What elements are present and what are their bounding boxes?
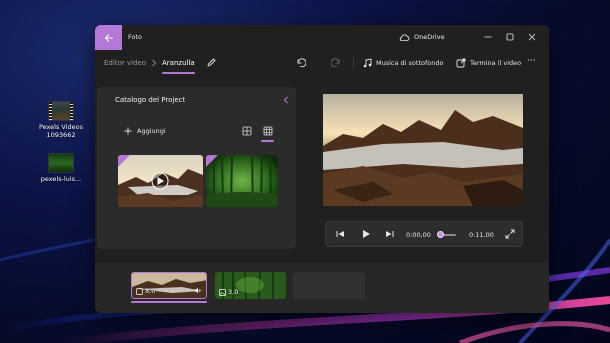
image-clip-icon <box>219 288 226 296</box>
add-media-label: Aggiungi <box>137 127 166 135</box>
volume-icon[interactable] <box>194 287 202 294</box>
current-time: 0:00,00 <box>406 231 431 239</box>
desktop-icon-label: Pexels Videos <box>38 123 84 131</box>
finish-video-button[interactable]: Termina il video <box>456 56 521 70</box>
onedrive-status[interactable]: OneDrive <box>399 33 445 41</box>
storyboard-empty-slot[interactable] <box>293 272 365 299</box>
preview-frame-image <box>323 94 523 206</box>
close-icon <box>528 33 536 41</box>
image-file-icon <box>48 153 74 173</box>
total-time: 0:11,00 <box>469 231 494 239</box>
background-music-button[interactable]: Musica di sottofondo <box>363 56 443 70</box>
breadcrumb-current-indicator <box>162 72 195 74</box>
desktop-icon-image-file[interactable]: pexels-luis... <box>33 153 89 183</box>
desktop-icon-label: pexels-luis... <box>40 175 82 183</box>
undo-icon[interactable] <box>295 57 306 68</box>
cloud-icon <box>399 33 410 41</box>
toolbar-divider <box>353 57 354 69</box>
more-options-button[interactable]: ··· <box>527 56 536 66</box>
redo-icon[interactable] <box>331 57 342 68</box>
grid-small-view-icon[interactable] <box>242 126 252 136</box>
close-button[interactable] <box>523 29 541 45</box>
minimize-icon <box>484 36 492 38</box>
finish-video-label: Termina il video <box>470 59 522 67</box>
library-item-video[interactable] <box>118 155 203 207</box>
title-bar: Foto OneDrive <box>95 25 549 50</box>
video-file-icon <box>48 101 74 121</box>
storyboard: 8,0 3,0 <box>95 261 549 313</box>
clip-duration: 8,0 <box>136 287 155 295</box>
background-music-label: Musica di sottofondo <box>376 59 444 67</box>
collapse-chevron-icon[interactable] <box>282 95 290 105</box>
play-icon[interactable] <box>360 228 372 240</box>
back-arrow-icon <box>104 33 113 42</box>
clip-thumbnail-image <box>132 273 206 298</box>
rename-pencil-icon[interactable] <box>206 57 217 68</box>
storyboard-clip[interactable]: 8,0 <box>131 272 207 299</box>
project-library-panel: Catalogo del Project Aggiungi <box>97 87 296 249</box>
maximize-icon <box>506 33 514 41</box>
photos-window: Foto OneDrive Editor video Aranzulla Mus… <box>95 25 549 313</box>
clip-duration: 3,0 <box>219 288 238 296</box>
chevron-right-icon <box>152 59 157 67</box>
back-button[interactable] <box>95 25 122 50</box>
breadcrumb-current: Aranzulla <box>162 59 195 67</box>
video-thumbnail-image <box>118 155 203 207</box>
desktop-icon-label: 1093662 <box>46 131 76 139</box>
music-note-icon <box>363 58 372 68</box>
desktop-icon-video-file[interactable]: Pexels Videos 1093662 <box>33 101 89 139</box>
grid-large-view-icon[interactable] <box>263 126 273 136</box>
fullscreen-expand-icon[interactable] <box>504 228 516 240</box>
clip-duration-label: 3,0 <box>228 288 239 296</box>
in-use-corner-tag <box>118 155 130 167</box>
plus-icon <box>124 127 132 135</box>
in-use-corner-tag <box>206 155 218 167</box>
export-icon <box>456 58 466 68</box>
breadcrumb-parent[interactable]: Editor video <box>104 59 146 67</box>
seek-thumb[interactable] <box>437 231 444 238</box>
project-library-title: Catalogo del Project <box>115 96 186 104</box>
view-selected-indicator <box>261 140 274 142</box>
app-title: Foto <box>128 33 143 41</box>
minimize-button[interactable] <box>479 29 497 45</box>
add-media-button[interactable]: Aggiungi <box>124 127 166 135</box>
playback-controls: 0:00,00 0:11,00 <box>325 221 523 247</box>
video-preview[interactable] <box>323 94 523 206</box>
library-item-image[interactable] <box>206 155 278 207</box>
skip-forward-icon[interactable] <box>384 228 396 240</box>
clip-selected-indicator <box>131 301 207 303</box>
onedrive-label: OneDrive <box>414 33 445 41</box>
skip-back-icon[interactable] <box>334 228 346 240</box>
editor-toolbar: Editor video Aranzulla Musica di sottofo… <box>95 50 549 76</box>
maximize-button[interactable] <box>501 29 519 45</box>
video-clip-icon <box>136 287 143 295</box>
storyboard-clip[interactable]: 3,0 <box>215 272 286 299</box>
clip-duration-label: 8,0 <box>145 287 156 295</box>
